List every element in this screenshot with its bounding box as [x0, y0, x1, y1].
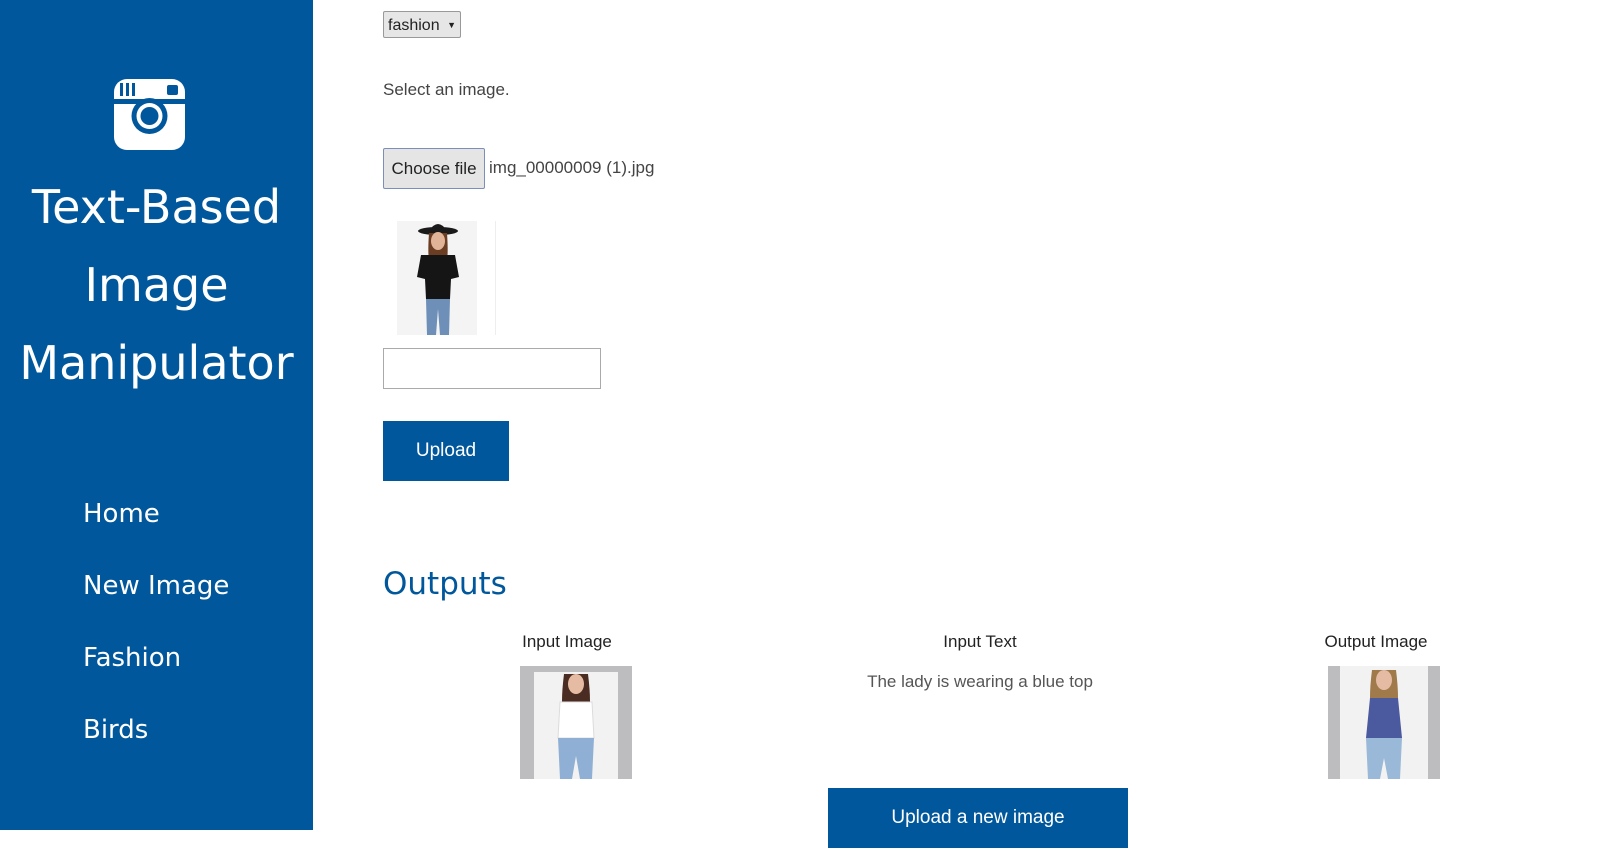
nav-item-home[interactable]: Home — [83, 490, 229, 562]
uploaded-image-preview — [383, 221, 496, 335]
nav-item-birds[interactable]: Birds — [83, 706, 229, 778]
upload-button[interactable]: Upload — [383, 421, 509, 481]
nav-item-fashion[interactable]: Fashion — [83, 634, 229, 706]
app-title-line: Image — [84, 258, 229, 312]
input-image-header: Input Image — [522, 632, 612, 651]
camera-icon — [114, 79, 185, 150]
app-title: Text-Based Image Manipulator — [0, 168, 313, 402]
category-select-value: fashion — [388, 17, 440, 34]
input-text-value: The lady is wearing a blue top — [867, 672, 1093, 691]
app-title-line: Text-Based — [31, 180, 282, 234]
outputs-heading: Outputs — [383, 566, 507, 602]
output-image-thumbnail — [1328, 666, 1440, 779]
output-image-header: Output Image — [1324, 632, 1428, 651]
dropdown-arrow-icon: ▼ — [447, 20, 456, 30]
instruction-text: Select an image. — [383, 80, 510, 99]
input-text-header: Input Text — [943, 632, 1017, 651]
sidebar-nav: Home New Image Fashion Birds — [83, 490, 229, 778]
main-content: fashion ▼ Select an image. Choose file i… — [313, 0, 1600, 848]
choose-file-button[interactable]: Choose file — [383, 148, 485, 189]
input-image-thumbnail — [520, 666, 632, 779]
app-title-line: Manipulator — [19, 336, 294, 390]
sidebar: Text-Based Image Manipulator Home New Im… — [0, 0, 313, 830]
nav-item-new-image[interactable]: New Image — [83, 562, 229, 634]
category-select[interactable]: fashion ▼ — [383, 11, 461, 38]
upload-new-image-button[interactable]: Upload a new image — [828, 788, 1128, 848]
text-description-input[interactable] — [383, 348, 601, 389]
selected-file-name: img_00000009 (1).jpg — [489, 158, 655, 177]
